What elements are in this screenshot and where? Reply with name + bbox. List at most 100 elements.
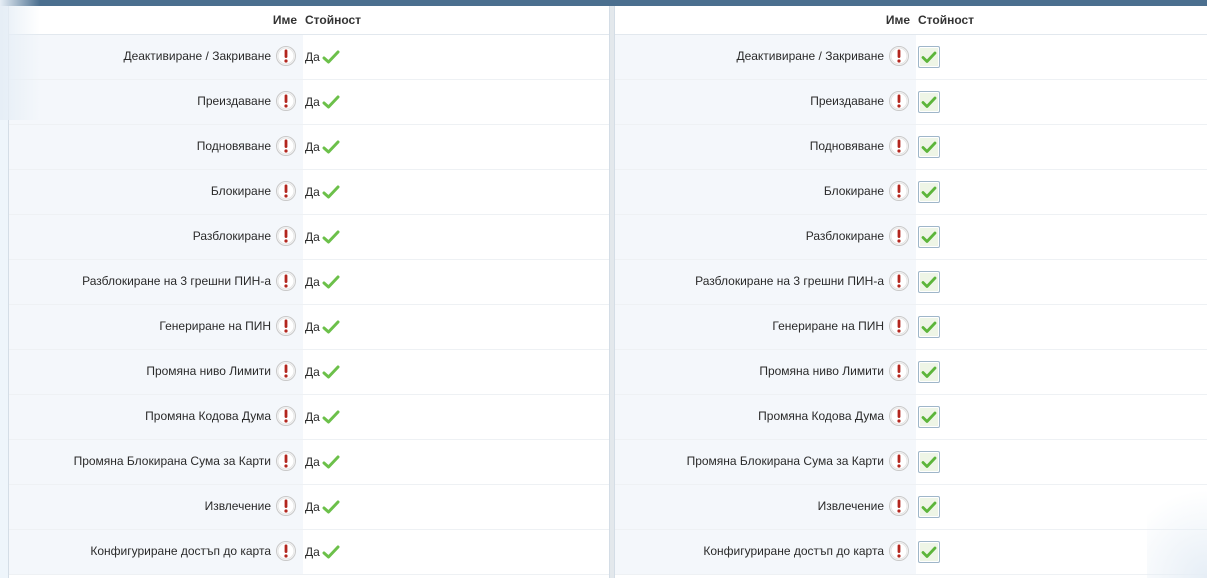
checkmark-icon: [322, 364, 340, 380]
setting-label: Промяна Кодова Дума: [758, 408, 884, 423]
right-settings-body: Деактивиране / Закриване Преиздаване Подно…: [615, 34, 1207, 575]
setting-checkbox[interactable]: [918, 405, 940, 428]
name-column-header: Име: [615, 6, 916, 35]
table-row: Блокиране: [615, 169, 1207, 215]
setting-label: Разблокиране на 3 грешни ПИН-а: [695, 273, 884, 288]
checkmark-icon: [322, 499, 340, 515]
warning-icon[interactable]: [275, 225, 297, 247]
warning-icon[interactable]: [275, 180, 297, 202]
warning-icon[interactable]: [888, 225, 910, 247]
warning-icon[interactable]: [275, 45, 297, 67]
setting-name-cell: Подновяване: [9, 124, 303, 170]
setting-checkbox[interactable]: [918, 225, 940, 248]
checkmark-icon: [322, 319, 340, 335]
checkmark-icon: [322, 94, 340, 110]
setting-label: Подновяване: [809, 138, 884, 153]
setting-name-cell: Конфигуриране достъп до карта: [9, 529, 303, 575]
setting-name-cell: Промяна ниво Лимити: [9, 349, 303, 395]
setting-name-cell: Подновяване: [615, 124, 916, 170]
table-row: Разблокиране: [615, 214, 1207, 260]
setting-checkbox[interactable]: [918, 135, 940, 158]
warning-icon[interactable]: [888, 45, 910, 67]
warning-icon[interactable]: [888, 315, 910, 337]
setting-value-cell: Да: [303, 214, 609, 260]
setting-label: Преиздаване: [810, 93, 884, 108]
name-column-header: Име: [9, 6, 303, 35]
warning-icon[interactable]: [888, 450, 910, 472]
checkmark-icon: [322, 184, 340, 200]
setting-checkbox[interactable]: [918, 495, 940, 518]
table-row: Промяна Кодова Дума: [615, 394, 1207, 440]
warning-icon[interactable]: [275, 360, 297, 382]
setting-value-cell: [916, 214, 1207, 260]
warning-icon[interactable]: [275, 540, 297, 562]
setting-checkbox[interactable]: [918, 540, 940, 563]
setting-label: Преиздаване: [197, 93, 271, 108]
setting-value-cell: Да: [303, 34, 609, 80]
table-row: Деактивиране / Закриване: [615, 34, 1207, 80]
setting-name-cell: Промяна Кодова Дума: [9, 394, 303, 440]
setting-name-cell: Разблокиране на 3 грешни ПИН-а: [9, 259, 303, 305]
warning-icon[interactable]: [888, 495, 910, 517]
setting-name-cell: Промяна Кодова Дума: [615, 394, 916, 440]
warning-icon[interactable]: [275, 405, 297, 427]
checkmark-icon: [322, 409, 340, 425]
checkmark-icon: [322, 544, 340, 560]
left-settings-panel: Име Стойност Деактивиране / Закриване Да П…: [8, 6, 610, 578]
warning-icon[interactable]: [888, 360, 910, 382]
warning-icon[interactable]: [275, 495, 297, 517]
setting-label: Промяна Блокирана Сума за Карти: [73, 453, 271, 468]
yes-value: Да: [305, 49, 320, 64]
setting-name-cell: Промяна Блокирана Сума за Карти: [9, 439, 303, 485]
checkmark-icon: [322, 229, 340, 245]
setting-checkbox[interactable]: [918, 450, 940, 473]
warning-icon[interactable]: [888, 180, 910, 202]
setting-checkbox[interactable]: [918, 90, 940, 113]
warning-icon[interactable]: [275, 270, 297, 292]
yes-value: Да: [305, 364, 320, 379]
yes-value: Да: [305, 499, 320, 514]
setting-value-cell: Да: [303, 484, 609, 530]
setting-label: Промяна Блокирана Сума за Карти: [686, 453, 884, 468]
yes-value: Да: [305, 184, 320, 199]
setting-value-cell: Да: [303, 529, 609, 575]
warning-icon[interactable]: [888, 135, 910, 157]
setting-name-cell: Преиздаване: [9, 79, 303, 125]
warning-icon[interactable]: [888, 405, 910, 427]
yes-value: Да: [305, 454, 320, 469]
table-row: Преиздаване: [615, 79, 1207, 125]
yes-value: Да: [305, 139, 320, 154]
table-row: Конфигуриране достъп до карта Да: [9, 529, 609, 575]
warning-icon[interactable]: [275, 315, 297, 337]
setting-name-cell: Разблокиране: [9, 214, 303, 260]
setting-checkbox[interactable]: [918, 180, 940, 203]
setting-label: Промяна Кодова Дума: [145, 408, 271, 423]
warning-icon[interactable]: [275, 90, 297, 112]
table-row: Блокиране Да: [9, 169, 609, 215]
warning-icon[interactable]: [888, 270, 910, 292]
warning-icon[interactable]: [275, 450, 297, 472]
setting-value-cell: [916, 349, 1207, 395]
table-row: Разблокиране на 3 грешни ПИН-а: [615, 259, 1207, 305]
table-row: Подновяване Да: [9, 124, 609, 170]
setting-name-cell: Генериране на ПИН: [615, 304, 916, 350]
setting-name-cell: Блокиране: [9, 169, 303, 215]
setting-value-cell: [916, 529, 1207, 575]
warning-icon[interactable]: [888, 90, 910, 112]
setting-value-cell: Да: [303, 169, 609, 215]
setting-checkbox[interactable]: [918, 45, 940, 68]
warning-icon[interactable]: [888, 540, 910, 562]
yes-value: Да: [305, 544, 320, 559]
checkmark-icon: [322, 139, 340, 155]
setting-value-cell: Да: [303, 394, 609, 440]
setting-value-cell: [916, 34, 1207, 80]
setting-label: Промяна ниво Лимити: [146, 363, 271, 378]
setting-checkbox[interactable]: [918, 360, 940, 383]
setting-value-cell: [916, 394, 1207, 440]
setting-value-cell: [916, 124, 1207, 170]
table-row: Промяна Блокирана Сума за Карти: [615, 439, 1207, 485]
setting-label: Конфигуриране достъп до карта: [90, 543, 271, 558]
setting-checkbox[interactable]: [918, 315, 940, 338]
setting-checkbox[interactable]: [918, 270, 940, 293]
warning-icon[interactable]: [275, 135, 297, 157]
